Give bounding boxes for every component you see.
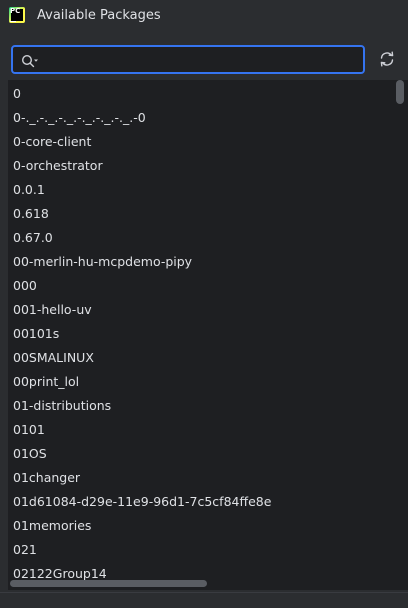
vertical-scrollbar-thumb[interactable]	[396, 80, 404, 104]
package-item[interactable]: 0-core-client	[13, 132, 91, 152]
package-item[interactable]: 00101s	[13, 324, 59, 344]
package-item[interactable]: 0101	[13, 420, 45, 440]
search-input[interactable]	[43, 50, 359, 69]
title-bar: PC Available Packages	[0, 0, 408, 34]
package-item[interactable]: 00SMALINUX	[13, 348, 94, 368]
package-item[interactable]: 01d61084-d29e-11e9-96d1-7c5cf84ffe8e	[13, 492, 271, 512]
package-item[interactable]: 00print_lol	[13, 372, 79, 392]
package-item[interactable]: 01changer	[13, 468, 80, 488]
bottom-divider	[0, 592, 408, 593]
package-list[interactable]: 0 0-._.-._.-._.-._.-._.-._.-0 0-core-cli…	[8, 80, 408, 590]
available-packages-window: PC Available Packages 0 0-._.-._.-._.-._…	[0, 0, 408, 608]
package-item[interactable]: 0-._.-._.-._.-._.-._.-._.-0	[13, 108, 146, 128]
package-item[interactable]: 0.0.1	[13, 180, 45, 200]
package-item[interactable]: 00-merlin-hu-mcpdemo-pipy	[13, 252, 192, 272]
window-title: Available Packages	[37, 8, 161, 23]
search-field[interactable]	[11, 45, 365, 74]
package-item[interactable]: 001-hello-uv	[13, 300, 92, 320]
package-item[interactable]: 0	[13, 84, 21, 104]
package-item[interactable]: 01memories	[13, 516, 91, 536]
package-item[interactable]: 0-orchestrator	[13, 156, 103, 176]
package-item[interactable]: 01OS	[13, 444, 47, 464]
refresh-icon	[378, 50, 396, 72]
package-item[interactable]: 0.618	[13, 204, 49, 224]
package-item[interactable]: 000	[13, 276, 37, 296]
refresh-button[interactable]	[376, 50, 398, 72]
search-icon[interactable]	[21, 53, 39, 68]
package-item[interactable]: 021	[13, 540, 37, 560]
pycharm-icon: PC	[9, 7, 25, 23]
package-item[interactable]: 0.67.0	[13, 228, 53, 248]
horizontal-scrollbar-thumb[interactable]	[10, 580, 207, 587]
package-item[interactable]: 01-distributions	[13, 396, 111, 416]
